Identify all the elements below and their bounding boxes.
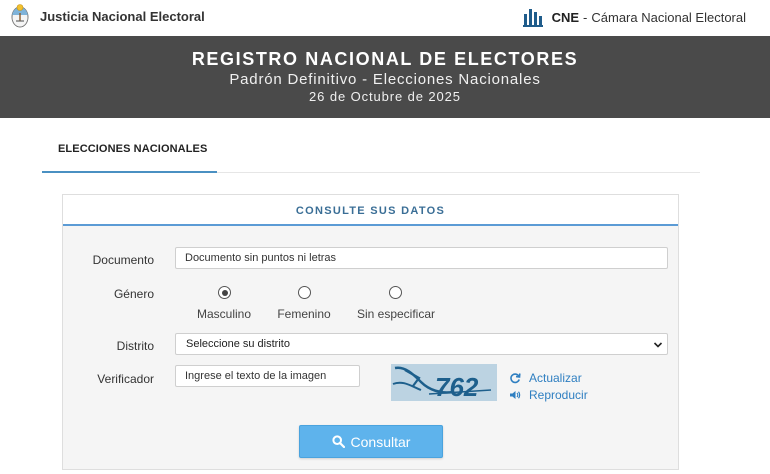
banner-date: 26 de Octubre de 2025 (309, 89, 461, 104)
radio-sin-especificar-label: Sin especificar (356, 307, 436, 321)
tab-elecciones-nacionales[interactable]: ELECCIONES NACIONALES (42, 118, 217, 173)
consultar-button[interactable]: Consultar (299, 425, 443, 458)
refresh-icon (510, 373, 521, 384)
distrito-select[interactable]: Seleccione su distrito (175, 333, 668, 355)
refresh-captcha-button[interactable]: Actualizar (509, 371, 582, 385)
radio-masculino[interactable] (218, 286, 231, 299)
jne-brand[interactable]: Justicia Nacional Electoral (10, 3, 205, 29)
documento-label: Documento (92, 253, 154, 267)
captcha-text: 762 (435, 372, 479, 401)
radio-femenino-label: Femenino (277, 307, 331, 321)
refresh-label: Actualizar (529, 371, 582, 385)
cne-logo-icon (522, 9, 543, 27)
audio-label: Reproducir (529, 388, 588, 402)
verificador-input[interactable]: Ingrese el texto de la imagen (175, 365, 360, 387)
genero-label: Género (113, 287, 154, 301)
cne-brand[interactable]: CNE - Cámara Nacional Electoral (522, 6, 746, 28)
captcha-graphic: 762 (392, 366, 492, 401)
distrito-label: Distrito (116, 339, 154, 353)
verificador-label: Verificador (97, 372, 154, 386)
banner-subtitle: Padrón Definitivo - Elecciones Nacionale… (229, 71, 541, 88)
cne-title: Cámara Nacional Electoral (591, 9, 746, 25)
captcha-image: 762 (391, 364, 497, 401)
hero-banner: REGISTRO NACIONAL DE ELECTORES Padrón De… (0, 36, 770, 118)
play-audio-button[interactable]: Reproducir (509, 388, 588, 402)
radio-femenino[interactable] (298, 286, 311, 299)
banner-title: REGISTRO NACIONAL DE ELECTORES (191, 49, 579, 69)
cne-acronym: CNE (551, 9, 580, 25)
panel-heading: CONSULTE SUS DATOS (63, 195, 678, 226)
coat-of-arms-icon (11, 4, 29, 28)
documento-input[interactable]: Documento sin puntos ni letras (175, 247, 668, 269)
distrito-select-value: Seleccione su distrito (186, 338, 290, 350)
chevron-down-icon (653, 342, 663, 348)
tab-bar: ELECCIONES NACIONALES (42, 118, 700, 173)
top-bar: Justicia Nacional Electoral CNE - Cámara… (0, 0, 770, 36)
jne-title: Justicia Nacional Electoral (40, 8, 205, 24)
radio-sin-especificar[interactable] (389, 286, 402, 299)
speaker-icon (510, 391, 521, 399)
separator: - (583, 9, 588, 25)
search-icon (331, 435, 345, 448)
consultar-label: Consultar (350, 433, 411, 450)
